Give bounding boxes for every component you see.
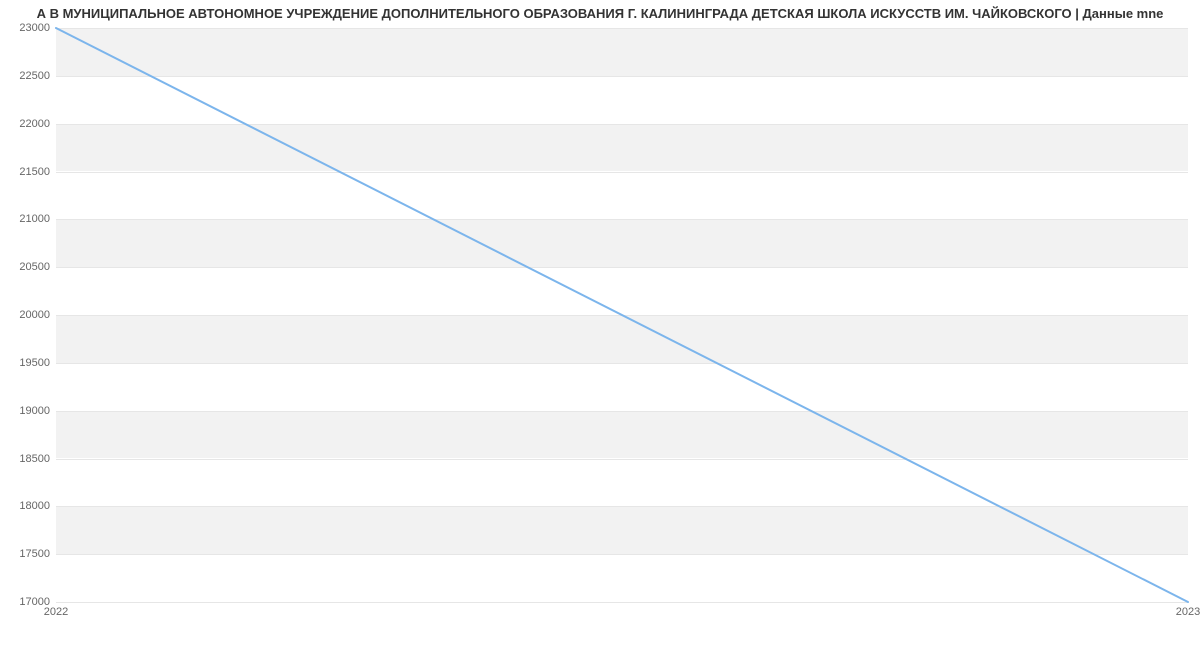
grid-line: [56, 602, 1188, 603]
x-tick-label: 2023: [1176, 606, 1200, 618]
y-tick-label: 20000: [6, 309, 50, 321]
chart-title: А В МУНИЦИПАЛЬНОЕ АВТОНОМНОЕ УЧРЕЖДЕНИЕ …: [0, 6, 1200, 21]
y-tick-label: 19000: [6, 405, 50, 417]
y-tick-label: 20500: [6, 261, 50, 273]
y-tick-label: 19500: [6, 357, 50, 369]
y-tick-label: 21000: [6, 213, 50, 225]
y-tick-label: 18500: [6, 453, 50, 465]
y-tick-label: 18000: [6, 500, 50, 512]
x-tick-label: 2022: [44, 606, 68, 618]
y-tick-label: 17500: [6, 548, 50, 560]
series-1-line: [56, 28, 1188, 602]
line-layer: [56, 28, 1188, 602]
y-tick-label: 21500: [6, 166, 50, 178]
y-tick-label: 23000: [6, 22, 50, 34]
y-tick-label: 22500: [6, 70, 50, 82]
y-tick-label: 22000: [6, 118, 50, 130]
plot-area: [56, 28, 1188, 602]
